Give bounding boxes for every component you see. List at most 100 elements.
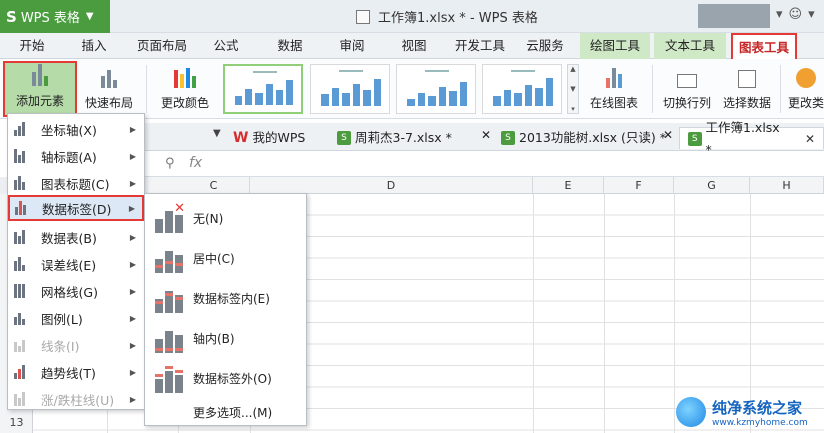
document-icon [356,9,370,24]
menu-item-label: 坐标轴(X) [41,122,97,138]
select-data-button[interactable]: 选择数据 [718,61,776,117]
chart-style-4[interactable] [482,64,562,114]
scroll-up-icon[interactable]: ▲ [570,65,575,73]
scroll-down-icon[interactable]: ▼ [570,85,575,93]
menu-item-label: 数据标签(D) [42,201,112,217]
menu-item-gridline[interactable]: 网格线(G) ▶ [9,278,143,304]
close-tab-icon[interactable]: ✕ [663,128,673,142]
more-options-item[interactable]: 更多选项...(M) [193,404,272,421]
tab-view[interactable]: 视图 [392,33,436,59]
tab-chart-tools[interactable]: 图表工具 [731,33,797,59]
menu-item-data-table[interactable]: 数据表(B) ▶ [9,224,143,250]
menu-item-data-label[interactable]: 数据标签(D) ▶ [8,195,144,221]
column-header-e[interactable]: E [533,177,604,194]
title-bar: S WPS 表格 ▼ 工作簿1.xlsx * - WPS 表格 ▾ ☺ ▾ [0,0,824,33]
doc-tab-label: 周莉杰3-7.xlsx * [355,130,452,145]
chevron-down-icon: ▼ [85,11,94,22]
tab-drawing-tools[interactable]: 绘图工具 [580,33,650,59]
row-header-13[interactable]: 13 [0,415,33,431]
spreadsheet-icon: S [688,131,702,146]
submenu-item-inside-base[interactable]: 轴内(B) [145,318,306,358]
submenu-item-inside-end[interactable]: 数据标签内(E) [145,278,306,318]
close-tab-icon[interactable]: ✕ [805,128,815,150]
menu-item-chart-title[interactable]: 图表标题(C) ▶ [9,170,143,196]
pie-chart-icon [793,64,819,88]
online-chart-icon [601,64,627,88]
ribbon: 添加元素 快速布局 更改颜色 ▲ ▼ ▾ 在线图表 切换行列 选择数据 更改类 [0,59,824,119]
app-menu-button[interactable]: S WPS 表格 ▼ [0,0,110,33]
tab-list-dropdown-icon[interactable]: ▼ [213,128,221,139]
wps-logo-icon: S [6,7,17,26]
axis-icon [14,122,30,136]
change-color-label: 更改颜色 [160,96,209,110]
outside-end-label-icon [155,363,183,393]
document-tabs: ▼ W 我的WPS S 周莉杰3-7.xlsx * ✕ S 2013功能树.xl… [145,120,824,157]
online-chart-button[interactable]: 在线图表 [582,61,646,117]
legend-icon [14,311,30,325]
fx-icon[interactable]: fx [189,155,202,171]
gallery-expand-icon[interactable]: ▾ [571,105,575,113]
column-header-h[interactable]: H [750,177,824,194]
watermark-title: 纯净系统之家 [712,398,803,417]
submenu-item-label: 数据标签外(O) [193,371,272,386]
online-chart-label: 在线图表 [589,96,638,110]
submenu-item-outside-end[interactable]: 数据标签外(O) [145,358,306,398]
column-header-g[interactable]: G [674,177,750,194]
gridline-icon [14,284,30,298]
menu-item-label: 线条(I) [41,338,80,354]
menu-item-error-bar[interactable]: 误差线(E) ▶ [9,251,143,277]
skin-icon[interactable]: ☺ [789,7,803,22]
menu-item-axis-title[interactable]: 轴标题(A) ▶ [9,143,143,169]
quick-layout-button[interactable]: 快速布局 [78,61,140,117]
tab-cloud[interactable]: 云服务 [518,33,572,59]
chart-style-2[interactable] [310,64,390,114]
dropdown-icon[interactable]: ▾ [808,7,815,22]
submenu-item-center[interactable]: 居中(C) [145,238,306,278]
doc-tab-workbook1[interactable]: S 工作簿1.xlsx * ✕ [679,120,824,157]
add-element-menu: 坐标轴(X) ▶ 轴标题(A) ▶ 图表标题(C) ▶ 数据标签(D) ▶ 数据… [7,113,145,410]
switch-row-col-button[interactable]: 切换行列 [658,61,716,117]
submenu-arrow-icon: ▶ [129,232,136,242]
lines-icon [14,338,30,352]
chart-style-3[interactable] [396,64,476,114]
column-header-c[interactable]: C [178,177,250,194]
column-header-f[interactable]: F [604,177,674,194]
change-type-button[interactable]: 更改类 [786,61,824,117]
dropdown-icon[interactable]: ▾ [776,7,783,22]
tab-developer[interactable]: 开发工具 [450,33,510,59]
menu-item-legend[interactable]: 图例(L) ▶ [9,305,143,331]
doc-tab-zhoulijie[interactable]: S 周莉杰3-7.xlsx * [337,127,452,149]
doc-tab-my-wps[interactable]: W 我的WPS [233,127,305,149]
add-element-button[interactable]: 添加元素 [3,61,77,117]
submenu-arrow-icon: ▶ [129,259,136,269]
menu-item-updown-bars: 涨/跌柱线(U) ▶ [9,386,143,412]
change-color-button[interactable]: 更改颜色 [152,61,218,117]
tab-review[interactable]: 审阅 [330,33,374,59]
menu-item-axis[interactable]: 坐标轴(X) ▶ [9,116,143,142]
close-tab-icon[interactable]: ✕ [481,128,491,142]
gallery-scrollbar[interactable]: ▲ ▼ ▾ [567,64,579,114]
error-bar-icon [14,257,30,271]
submenu-item-none[interactable]: ✕ 无(N) [145,198,306,238]
add-element-label: 添加元素 [15,94,64,108]
doc-tab-function-tree[interactable]: S 2013功能树.xlsx (只读) * [501,127,666,149]
tab-data[interactable]: 数据 [268,33,312,59]
updown-bars-icon [14,392,30,406]
user-avatar[interactable] [698,4,770,28]
zoom-icon[interactable]: ⚲ [165,156,175,171]
tab-text-tools[interactable]: 文本工具 [654,33,726,59]
quick-layout-icon [96,64,122,88]
menu-item-label: 数据表(B) [41,230,97,246]
watermark-logo-icon [676,397,706,427]
menu-item-label: 图例(L) [41,311,83,327]
menu-item-trendline[interactable]: 趋势线(T) ▶ [9,359,143,385]
tab-formula[interactable]: 公式 [204,33,248,59]
tab-page-layout[interactable]: 页面布局 [132,33,192,59]
column-header-d[interactable]: D [250,177,533,194]
tab-home[interactable]: 开始 [8,33,56,59]
tab-insert[interactable]: 插入 [70,33,118,59]
menu-item-label: 图表标题(C) [41,176,110,192]
chart-style-1[interactable] [223,64,303,114]
formula-input[interactable] [221,154,821,174]
submenu-item-label: 轴内(B) [193,331,235,346]
